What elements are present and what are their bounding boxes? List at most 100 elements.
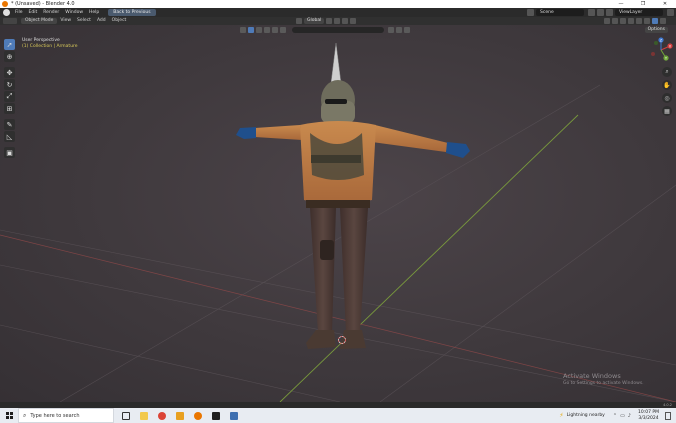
- cursor-tool-icon[interactable]: ⊕: [4, 51, 15, 62]
- scene-selector[interactable]: Scene: [536, 9, 584, 16]
- pycharm-icon[interactable]: [210, 408, 222, 423]
- camera-view-icon[interactable]: ◎: [662, 93, 672, 103]
- mode-dropdown[interactable]: Object Mode: [21, 18, 58, 24]
- network-icon[interactable]: ▭: [620, 413, 625, 419]
- filter-funnel-icon[interactable]: [396, 27, 402, 33]
- filter-armature-icon[interactable]: [256, 27, 262, 33]
- windows-logo-icon: [5, 412, 13, 419]
- scene-icon[interactable]: [527, 9, 534, 16]
- belt: [306, 200, 370, 208]
- overlay-toggle-icon[interactable]: [620, 18, 626, 24]
- character-model[interactable]: [0, 25, 676, 402]
- back-to-previous-button[interactable]: Back to Previous: [108, 9, 156, 16]
- gizmo-toggle-icon[interactable]: [612, 18, 618, 24]
- minimize-button[interactable]: —: [610, 0, 632, 8]
- xray-toggle-icon[interactable]: [628, 18, 634, 24]
- menu-render[interactable]: Render: [40, 8, 62, 17]
- transform-orientation-icon[interactable]: [296, 18, 302, 24]
- blender-logo-icon[interactable]: [3, 9, 10, 16]
- menu-edit[interactable]: Edit: [26, 8, 41, 17]
- chrome-icon[interactable]: [156, 408, 168, 423]
- lightning-icon: ⚡: [559, 412, 564, 419]
- left-leg: [310, 208, 336, 333]
- clock-time: 10:07 PM: [638, 410, 659, 415]
- ammo-belt: [311, 155, 361, 163]
- activate-windows-title: Activate Windows: [563, 372, 621, 380]
- notification-icon[interactable]: [665, 411, 671, 420]
- pivot-icon[interactable]: [326, 18, 333, 24]
- select-box-icon[interactable]: [240, 27, 246, 33]
- rotate-tool-icon[interactable]: ↻: [4, 79, 15, 90]
- menu-window[interactable]: Window: [62, 8, 86, 17]
- new-view-layer-icon[interactable]: [667, 9, 674, 16]
- viewport-search-input[interactable]: [292, 27, 384, 33]
- filter-mesh-icon[interactable]: [248, 27, 254, 33]
- holster: [320, 240, 334, 260]
- new-scene-icon[interactable]: [588, 9, 595, 16]
- taskbar-search-box[interactable]: ⌕ Type here to search: [18, 408, 114, 423]
- shading-rendered-icon[interactable]: [660, 18, 666, 24]
- editor-type-dropdown[interactable]: [3, 18, 17, 24]
- filter-empty-icon[interactable]: [264, 27, 270, 33]
- viewport-collection-label: (1) Collection | Armature: [22, 44, 78, 49]
- blender-app-icon: [2, 1, 8, 7]
- options-dropdown[interactable]: Options: [644, 27, 668, 33]
- volume-icon[interactable]: ♪: [628, 413, 631, 419]
- blender-taskbar-icon[interactable]: [192, 408, 204, 423]
- left-boot: [306, 330, 336, 349]
- maximize-button[interactable]: ❐: [632, 0, 654, 8]
- snap-target-icon[interactable]: [342, 18, 349, 24]
- filter-light-icon[interactable]: [272, 27, 278, 33]
- viewport-toolbar-secondary: [240, 27, 412, 33]
- move-tool-icon[interactable]: ✥: [4, 67, 15, 78]
- weather-widget[interactable]: ⚡ Lightning nearby: [559, 412, 604, 419]
- visibility-icon[interactable]: [604, 18, 610, 24]
- measure-tool-icon[interactable]: ◺: [4, 131, 15, 142]
- shading-material-icon[interactable]: [652, 18, 658, 24]
- snap-icon[interactable]: [334, 18, 341, 24]
- 3d-viewport[interactable]: User Perspective (1) Collection | Armatu…: [0, 25, 676, 402]
- new-collection-icon[interactable]: [404, 27, 410, 33]
- activate-windows-watermark: Activate Windows Go to Settings to activ…: [563, 372, 644, 387]
- annotate-tool-icon[interactable]: ✎: [4, 119, 15, 130]
- unity-app-icon[interactable]: [228, 408, 240, 423]
- menu-view[interactable]: View: [57, 17, 74, 25]
- tray-chevron-icon[interactable]: ⌃: [613, 413, 617, 419]
- menu-object[interactable]: Object: [109, 17, 130, 25]
- shading-wireframe-icon[interactable]: [636, 18, 642, 24]
- menu-add[interactable]: Add: [94, 17, 109, 25]
- add-cube-tool-icon[interactable]: ▣: [4, 147, 15, 158]
- menu-file[interactable]: File: [12, 8, 26, 17]
- menu-select[interactable]: Select: [74, 17, 94, 25]
- zoom-icon[interactable]: ⌕: [662, 67, 672, 77]
- right-arm: [372, 125, 448, 152]
- helmet-spike: [330, 42, 342, 84]
- filter-camera-icon[interactable]: [280, 27, 286, 33]
- pan-hand-icon[interactable]: ✋: [662, 80, 672, 90]
- right-glove: [446, 142, 470, 158]
- proportional-edit-icon[interactable]: [350, 18, 357, 24]
- taskbar-apps: [120, 408, 246, 423]
- orientation-dropdown[interactable]: Global: [304, 18, 325, 24]
- scale-tool-icon[interactable]: ⤢: [4, 91, 15, 102]
- file-explorer-icon[interactable]: [138, 408, 150, 423]
- sort-icon[interactable]: [388, 27, 394, 33]
- blender-topbar: File Edit Render Window Help Back to Pre…: [0, 8, 676, 17]
- transform-tool-icon[interactable]: ⊞: [4, 103, 15, 114]
- clock-date: 3/3/2024: [638, 415, 659, 421]
- navigation-gizmo[interactable]: X Y Z: [648, 37, 674, 63]
- illustrator-icon[interactable]: [174, 408, 186, 423]
- delete-scene-icon[interactable]: [597, 9, 604, 16]
- start-button[interactable]: [0, 408, 18, 423]
- ortho-toggle-icon[interactable]: ▦: [662, 106, 672, 116]
- window-titlebar: * (Unsaved) - Blender 4.0 — ❐ ✕: [0, 0, 676, 8]
- activate-windows-subtitle: Go to Settings to activate Windows.: [563, 381, 644, 386]
- shading-solid-icon[interactable]: [644, 18, 650, 24]
- view-layer-selector[interactable]: ViewLayer: [615, 9, 663, 16]
- menu-help[interactable]: Help: [86, 8, 102, 17]
- close-button[interactable]: ✕: [654, 0, 676, 8]
- view-layer-icon[interactable]: [606, 9, 613, 16]
- task-view-icon[interactable]: [120, 408, 132, 423]
- taskbar-clock[interactable]: 10:07 PM 3/3/2024: [638, 410, 659, 421]
- select-tool-icon[interactable]: ➚: [4, 39, 15, 50]
